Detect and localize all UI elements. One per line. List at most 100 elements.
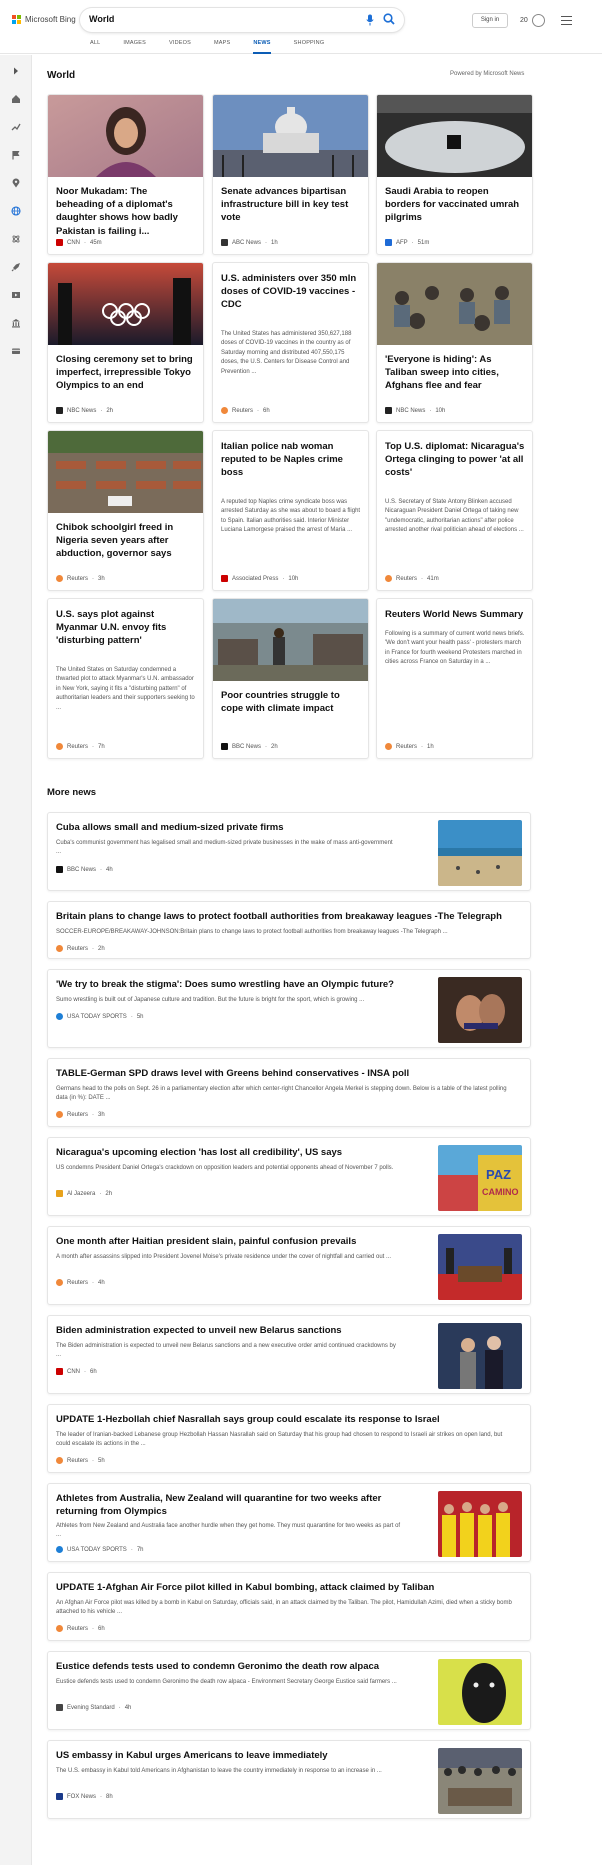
news-card[interactable]: Reuters World News Summary Following is … bbox=[376, 598, 533, 759]
globe-icon[interactable] bbox=[8, 203, 24, 219]
source-time: 5h bbox=[98, 1457, 105, 1464]
news-card[interactable]: Italian police nab woman reputed to be N… bbox=[212, 430, 369, 591]
news-card[interactable]: Closing ceremony set to bring imperfect,… bbox=[47, 262, 204, 423]
item-title[interactable]: One month after Haitian president slain,… bbox=[56, 1236, 426, 1249]
news-list-item[interactable]: UPDATE 1-Afghan Air Force pilot killed i… bbox=[47, 1572, 531, 1641]
powered-by-label[interactable]: Powered by Microsoft News bbox=[450, 71, 524, 77]
card-source: CNN · 45m bbox=[56, 239, 102, 246]
card-title[interactable]: 'Everyone is hiding': As Taliban sweep i… bbox=[385, 353, 525, 393]
source-time: 6h bbox=[90, 1368, 97, 1375]
news-card[interactable]: U.S. says plot against Myanmar U.N. envo… bbox=[47, 598, 204, 759]
item-source: Reuters · 5h bbox=[56, 1457, 105, 1464]
news-list-item[interactable]: 'We try to break the stigma': Does sumo … bbox=[47, 969, 531, 1048]
source-logo-icon bbox=[56, 575, 63, 582]
news-list-item[interactable]: Cuba allows small and medium-sized priva… bbox=[47, 812, 531, 891]
news-card[interactable]: 'Everyone is hiding': As Taliban sweep i… bbox=[376, 262, 533, 423]
science-icon[interactable] bbox=[8, 231, 24, 247]
news-list-item[interactable]: Biden administration expected to unveil … bbox=[47, 1315, 531, 1394]
source-time: 4h bbox=[124, 1704, 132, 1711]
news-card[interactable]: Saudi Arabia to reopen borders for vacci… bbox=[376, 94, 533, 255]
news-list-item[interactable]: One month after Haitian president slain,… bbox=[47, 1226, 531, 1305]
location-icon[interactable] bbox=[8, 175, 24, 191]
news-list-item[interactable]: UPDATE 1-Hezbollah chief Nasrallah says … bbox=[47, 1404, 531, 1473]
tab-maps[interactable]: MAPS bbox=[214, 40, 242, 54]
news-list-item[interactable]: TABLE-German SPD draws level with Greens… bbox=[47, 1058, 531, 1127]
source-logo-icon bbox=[56, 1013, 63, 1020]
bing-logo[interactable]: Microsoft Bing bbox=[12, 15, 76, 24]
tab-shopping[interactable]: SHOPPING bbox=[294, 40, 337, 54]
news-list-item[interactable]: Britain plans to change laws to protect … bbox=[47, 901, 531, 959]
menu-icon[interactable] bbox=[561, 16, 572, 25]
item-source: USA TODAY SPORTS · 7h bbox=[56, 1546, 144, 1553]
item-title[interactable]: Eustice defends tests used to condemn Ge… bbox=[56, 1661, 426, 1674]
sign-in-button[interactable]: Sign in bbox=[472, 13, 508, 28]
tab-news[interactable]: NEWS bbox=[253, 40, 282, 54]
card-source: NBC News · 10h bbox=[385, 407, 445, 414]
home-icon[interactable] bbox=[8, 91, 24, 107]
card-title[interactable]: Saudi Arabia to reopen borders for vacci… bbox=[385, 185, 525, 225]
news-card[interactable]: U.S. administers over 350 mln doses of C… bbox=[212, 262, 369, 423]
tab-images[interactable]: IMAGES bbox=[123, 40, 158, 54]
item-snippet: The Biden administration is expected to … bbox=[56, 1343, 396, 1359]
item-title[interactable]: Nicaragua's upcoming election 'has lost … bbox=[56, 1147, 426, 1160]
rocket-icon[interactable] bbox=[8, 259, 24, 275]
news-card[interactable]: Noor Mukadam: The beheading of a diploma… bbox=[47, 94, 204, 255]
source-name: Evening Standard bbox=[67, 1704, 115, 1711]
item-image bbox=[438, 1659, 522, 1725]
item-title[interactable]: UPDATE 1-Afghan Air Force pilot killed i… bbox=[56, 1582, 516, 1595]
item-title[interactable]: US embassy in Kabul urges Americans to l… bbox=[56, 1750, 426, 1763]
item-title[interactable]: Cuba allows small and medium-sized priva… bbox=[56, 822, 426, 835]
trending-icon[interactable] bbox=[8, 119, 24, 135]
card-source: Associated Press · 10h bbox=[221, 575, 298, 582]
card-title[interactable]: U.S. says plot against Myanmar U.N. envo… bbox=[56, 608, 196, 648]
news-card[interactable]: Top U.S. diplomat: Nicaragua's Ortega cl… bbox=[376, 430, 533, 591]
search-input[interactable]: World bbox=[89, 14, 114, 24]
source-time: 5h bbox=[136, 1013, 144, 1020]
scope-tabs: ALL IMAGES VIDEOS MAPS NEWS SHOPPING bbox=[90, 40, 347, 54]
news-list-item[interactable]: US embassy in Kabul urges Americans to l… bbox=[47, 1740, 531, 1819]
source-time: 2h bbox=[271, 743, 278, 750]
item-snippet: SOCCER-EUROPE/BREAKAWAY-JOHNSON:Britain … bbox=[56, 929, 448, 935]
card-title[interactable]: Closing ceremony set to bring imperfect,… bbox=[56, 353, 196, 393]
source-logo-icon bbox=[385, 239, 392, 246]
news-card[interactable]: Poor countries struggle to cope with cli… bbox=[212, 598, 369, 759]
card-title[interactable]: U.S. administers over 350 mln doses of C… bbox=[221, 272, 361, 312]
bank-icon[interactable] bbox=[8, 315, 24, 331]
card-icon[interactable] bbox=[8, 343, 24, 359]
microphone-icon[interactable] bbox=[366, 14, 374, 26]
news-list-item[interactable]: Athletes from Australia, New Zealand wil… bbox=[47, 1483, 531, 1562]
card-snippet: The United States on Saturday condemned … bbox=[56, 667, 195, 711]
news-list-item[interactable]: Nicaragua's upcoming election 'has lost … bbox=[47, 1137, 531, 1216]
rewards-button[interactable]: 20 bbox=[520, 14, 545, 27]
item-source: USA TODAY SPORTS · 5h bbox=[56, 1013, 144, 1020]
search-icon[interactable] bbox=[383, 13, 395, 25]
source-name: FOX News bbox=[67, 1793, 97, 1800]
search-box[interactable]: World bbox=[80, 8, 404, 32]
item-image bbox=[438, 1234, 522, 1300]
source-name: Reuters bbox=[67, 743, 89, 750]
card-title[interactable]: Reuters World News Summary bbox=[385, 608, 525, 621]
flag-icon[interactable] bbox=[8, 147, 24, 163]
card-source: NBC News · 2h bbox=[56, 407, 113, 414]
item-title[interactable]: UPDATE 1-Hezbollah chief Nasrallah says … bbox=[56, 1414, 516, 1427]
card-title[interactable]: Top U.S. diplomat: Nicaragua's Ortega cl… bbox=[385, 440, 525, 480]
video-icon[interactable] bbox=[8, 287, 24, 303]
card-title[interactable]: Italian police nab woman reputed to be N… bbox=[221, 440, 361, 480]
news-card[interactable]: Senate advances bipartisan infrastructur… bbox=[212, 94, 369, 255]
tab-videos[interactable]: VIDEOS bbox=[169, 40, 203, 54]
item-title[interactable]: Athletes from Australia, New Zealand wil… bbox=[56, 1493, 396, 1518]
article-image bbox=[213, 95, 368, 177]
card-title[interactable]: Senate advances bipartisan infrastructur… bbox=[221, 185, 361, 225]
item-title[interactable]: TABLE-German SPD draws level with Greens… bbox=[56, 1068, 516, 1081]
item-title[interactable]: Biden administration expected to unveil … bbox=[56, 1325, 426, 1338]
news-list-item[interactable]: Eustice defends tests used to condemn Ge… bbox=[47, 1651, 531, 1730]
item-title[interactable]: 'We try to break the stigma': Does sumo … bbox=[56, 979, 426, 992]
card-title[interactable]: Poor countries struggle to cope with cli… bbox=[221, 689, 361, 715]
expand-icon[interactable] bbox=[8, 63, 24, 79]
card-title[interactable]: Chibok schoolgirl freed in Nigeria seven… bbox=[56, 521, 196, 561]
card-title[interactable]: Noor Mukadam: The beheading of a diploma… bbox=[56, 185, 196, 238]
tab-all[interactable]: ALL bbox=[90, 40, 112, 54]
item-title[interactable]: Britain plans to change laws to protect … bbox=[56, 911, 516, 924]
source-logo-icon bbox=[56, 1625, 63, 1632]
news-card[interactable]: Chibok schoolgirl freed in Nigeria seven… bbox=[47, 430, 204, 591]
